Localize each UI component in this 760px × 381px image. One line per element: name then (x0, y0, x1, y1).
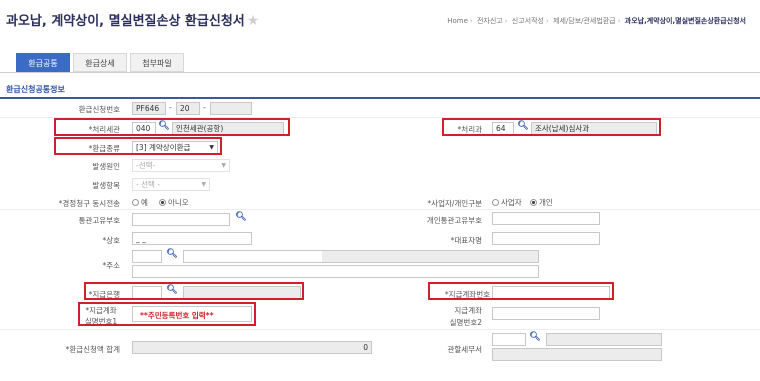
tax-office-extra-field (492, 348, 662, 361)
breadcrumb-item[interactable]: 전자신고 (477, 17, 503, 25)
correction-label: *경정청구 동시전송 (58, 199, 120, 208)
correction-no-label: 아니오 (168, 198, 189, 207)
tab-bar: 환급공통 환급상세 첨부파일 (16, 53, 187, 72)
address-detail-input[interactable] (132, 265, 539, 278)
row-divider (0, 329, 760, 330)
highlight-box (54, 118, 290, 136)
page-title-text: 과오납, 계약상이, 멸실변질손상 환급신청서 (6, 14, 245, 29)
tab-divider (0, 72, 760, 73)
row-divider (0, 209, 760, 210)
tax-office-name-field (546, 333, 662, 346)
owner-id2-label1: 지급계좌 (454, 306, 482, 315)
zipcode-input[interactable] (132, 250, 162, 263)
search-icon[interactable]: 🔍︎ (166, 249, 178, 259)
company-label: *상호 (102, 236, 120, 245)
owner-id2-input[interactable] (492, 307, 600, 320)
highlight-box (78, 302, 256, 326)
address-label: *주소 (102, 261, 120, 270)
section-divider (0, 97, 760, 99)
application-no-part2: 20 (176, 102, 200, 115)
chevron-down-icon: ▼ (201, 181, 206, 188)
tab-detail[interactable]: 환급상세 (73, 53, 127, 72)
highlight-box (84, 282, 304, 300)
customs-id-label: 통관고유부호 (78, 216, 120, 225)
cause-select[interactable]: -선택- ▼ (132, 159, 230, 172)
breadcrumb: Home › 전자신고 › 신고서작성 › 제세/담보/관세법환급 › 과오납,계약상이… (447, 17, 746, 25)
application-no-label: 환급신청번호 (78, 105, 120, 114)
tax-office-code-input[interactable] (492, 333, 526, 346)
breadcrumb-item[interactable]: 신고서작성 (512, 17, 544, 25)
total-field: 0 (132, 341, 372, 354)
cause-label: 발생원인 (92, 162, 120, 171)
chevron-down-icon: ▼ (221, 162, 226, 169)
highlight-box (428, 282, 614, 300)
ceo-label: *대표자명 (450, 236, 482, 245)
personal-radio[interactable]: 개인 (530, 197, 553, 208)
personal-id-input[interactable] (492, 212, 600, 225)
breadcrumb-item[interactable]: 제세/담보/관세법환급 (553, 17, 616, 25)
biz-radio[interactable]: 사업자 (492, 197, 522, 208)
cause-value: -선택- (136, 161, 156, 170)
biz-type-label: *사업자/개인구분 (427, 199, 482, 208)
section-title: 환급신청공통정보 (6, 85, 65, 94)
search-icon[interactable]: 🔍︎ (235, 212, 247, 222)
item-label: 발생항목 (92, 181, 120, 190)
tax-office-label: 관할세무서 (447, 345, 483, 354)
breadcrumb-home[interactable]: Home (447, 17, 468, 25)
biz-label: 사업자 (501, 198, 522, 207)
ceo-input[interactable] (492, 232, 600, 245)
radio-selected-icon (530, 199, 537, 206)
application-no-part1: PF646 (132, 102, 166, 115)
item-value: - 선택 - (136, 180, 160, 189)
star-icon[interactable]: ★ (247, 13, 260, 29)
radio-selected-icon (159, 199, 166, 206)
breadcrumb-current: 과오납,계약상이,멸실변질손상환급신청서 (624, 17, 746, 25)
dash: - (203, 103, 206, 112)
correction-no-radio[interactable]: 아니오 (159, 197, 189, 208)
radio-icon (132, 199, 139, 206)
item-select[interactable]: - 선택 - ▼ (132, 178, 210, 191)
personal-label: 개인 (539, 198, 553, 207)
highlight-box (442, 118, 661, 136)
total-label: *환급신청액 합계 (65, 345, 120, 354)
correction-yes-label: 예 (141, 198, 148, 207)
radio-icon (492, 199, 499, 206)
company-input[interactable]: _ _ (132, 232, 252, 245)
application-no-part3 (210, 102, 252, 115)
search-icon[interactable]: 🔍︎ (529, 332, 541, 342)
personal-id-label: 개인통관고유부호 (426, 216, 482, 225)
dash: - (169, 103, 172, 112)
row-divider (0, 117, 760, 118)
page-title: 과오납, 계약상이, 멸실변질손상 환급신청서 ★ (6, 10, 259, 29)
highlight-box (54, 137, 222, 155)
customs-id-input[interactable] (132, 213, 230, 226)
tab-attachments[interactable]: 첨부파일 (130, 53, 184, 72)
owner-id2-label2: 실명번호2 (449, 318, 482, 327)
correction-yes-radio[interactable]: 예 (132, 197, 148, 208)
address-main-gray (322, 251, 538, 262)
tab-common[interactable]: 환급공통 (16, 53, 70, 72)
